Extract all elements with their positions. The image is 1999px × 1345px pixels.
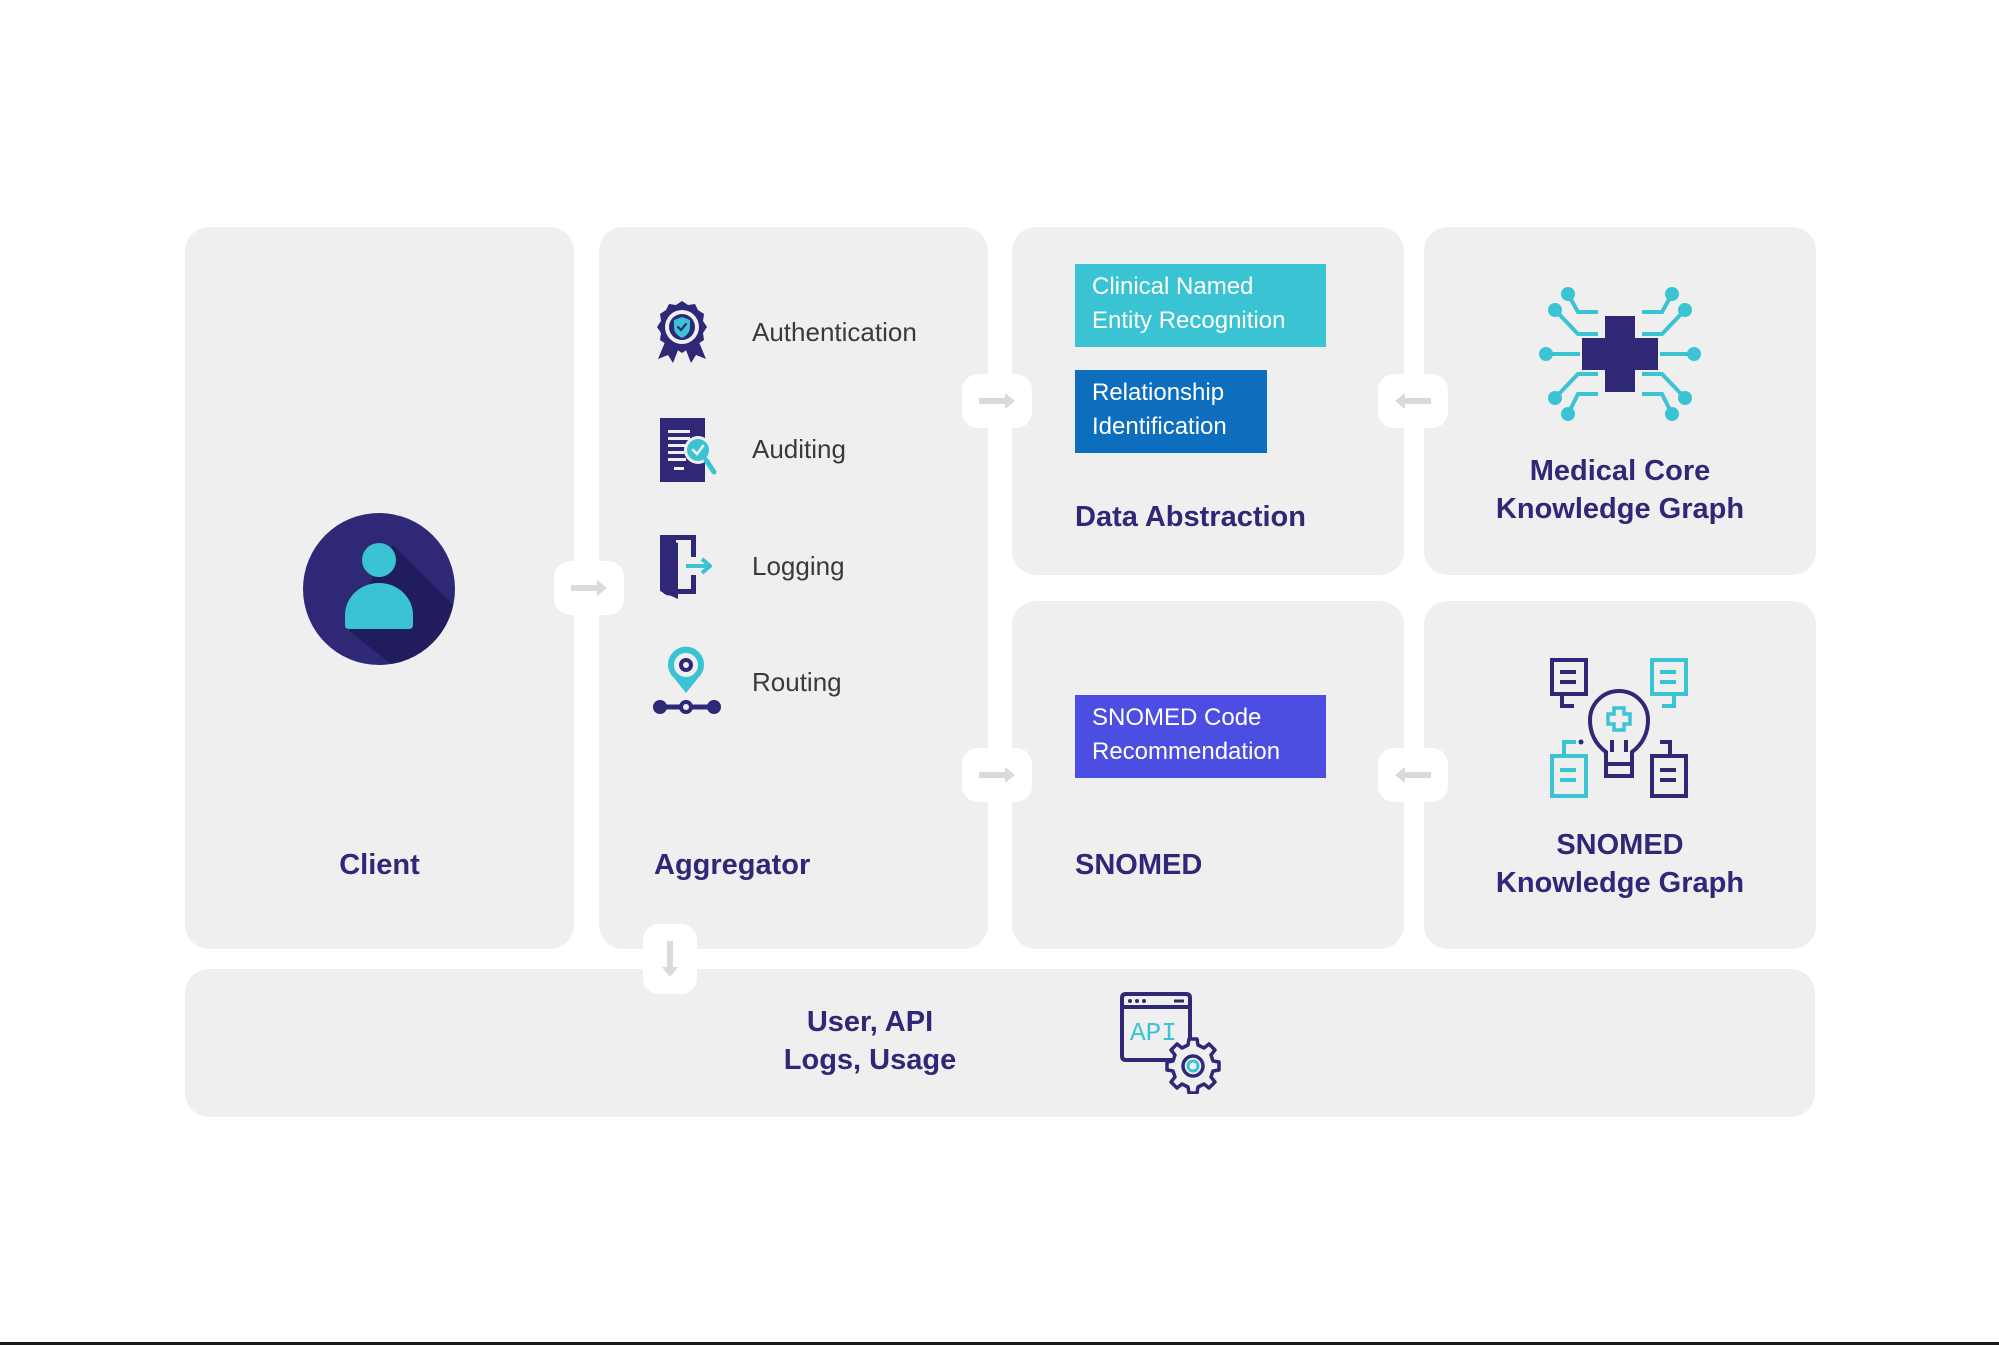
- storage-card: [185, 969, 1815, 1117]
- badge-shield-icon: [652, 297, 726, 367]
- auditing-label: Auditing: [752, 433, 846, 464]
- medical-core-line2: Knowledge Graph: [1495, 493, 1745, 525]
- door-exit-icon: [652, 531, 726, 601]
- location-route-icon: [652, 646, 726, 717]
- snomed-code-recommendation-tag: SNOMED Code Recommendation: [1075, 695, 1326, 778]
- clinical-ner-line2: Entity Recognition: [1092, 307, 1286, 334]
- aggregator-title: Aggregator: [654, 849, 811, 881]
- connector-aggregator-to-snomed: [962, 748, 1032, 802]
- arrow-right-icon: [979, 393, 1015, 409]
- clinical-ner-tag: Clinical Named Entity Recognition: [1075, 264, 1326, 347]
- connector-medical-core-to-data-abstraction: [1378, 374, 1448, 428]
- snomed-tag-line1: SNOMED Code: [1092, 704, 1262, 731]
- arrow-left-icon: [1395, 767, 1431, 783]
- relationship-line1: Relationship: [1092, 379, 1225, 406]
- snomed-kg-line2: Knowledge Graph: [1495, 867, 1745, 899]
- relationship-identification-tag: Relationship Identification: [1075, 370, 1267, 453]
- connector-aggregator-to-data-abstraction: [962, 374, 1032, 428]
- storage-title: User, API Logs, Usage: [740, 1003, 1000, 1079]
- client-title: Client: [339, 849, 420, 881]
- aggregator-item-auditing: Auditing: [652, 414, 846, 484]
- api-settings-icon: API: [1118, 990, 1222, 1095]
- data-abstraction-title: Data Abstraction: [1075, 501, 1306, 533]
- snomed-title: SNOMED: [1075, 849, 1203, 881]
- storage-line1: User, API: [806, 1006, 934, 1038]
- relationship-line2: Identification: [1092, 413, 1227, 440]
- storage-line2: Logs, Usage: [783, 1044, 957, 1076]
- clinical-ner-line1: Clinical Named: [1092, 273, 1254, 300]
- arrow-left-icon: [1395, 393, 1431, 409]
- connector-snomed-kg-to-snomed: [1378, 748, 1448, 802]
- aggregator-item-logging: Logging: [652, 531, 845, 601]
- routing-label: Routing: [752, 666, 842, 697]
- api-text: API: [1130, 1018, 1177, 1048]
- snomed-kg-title: SNOMED Knowledge Graph: [1424, 826, 1816, 902]
- connector-aggregator-to-storage: [643, 924, 697, 994]
- lightbulb-documents-icon: [1548, 656, 1692, 800]
- aggregator-item-authentication: Authentication: [652, 297, 917, 367]
- user-avatar-icon: [303, 513, 455, 665]
- medical-cross-network-icon: [1538, 282, 1702, 426]
- snomed-tag-line2: Recommendation: [1092, 738, 1281, 765]
- arrow-down-icon: [662, 941, 678, 977]
- aggregator-item-routing: Routing: [652, 646, 842, 717]
- medical-core-line1: Medical Core: [1529, 455, 1711, 487]
- snomed-kg-line1: SNOMED: [1556, 829, 1684, 861]
- connector-client-to-aggregator: [554, 561, 624, 615]
- logging-label: Logging: [752, 550, 845, 581]
- document-search-icon: [652, 414, 726, 484]
- medical-core-kg-title: Medical Core Knowledge Graph: [1424, 452, 1816, 528]
- arrow-right-icon: [979, 767, 1015, 783]
- arrow-right-icon: [571, 580, 607, 596]
- authentication-label: Authentication: [752, 316, 917, 347]
